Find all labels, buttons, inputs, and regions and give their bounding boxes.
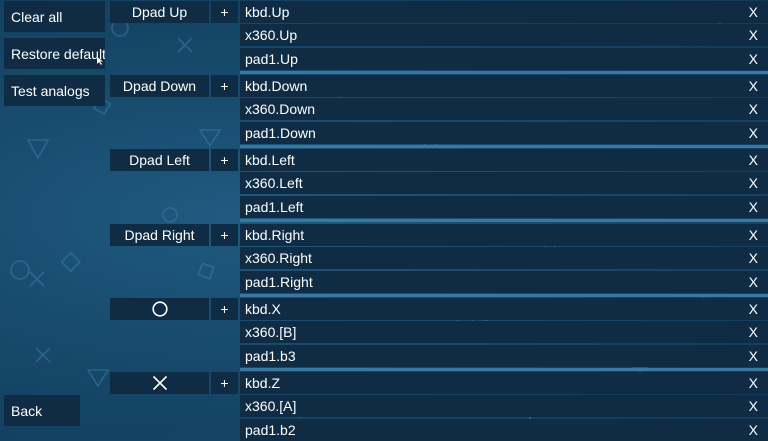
binding-label: x360.Right [245,250,312,266]
control-label[interactable]: Dpad Down [110,75,209,97]
delete-binding-button[interactable]: X [749,152,758,168]
delete-binding-button[interactable]: X [749,422,758,438]
binding-row[interactable]: pad1.Right X [240,271,768,293]
control-label[interactable]: Dpad Right [110,224,209,246]
binding-row[interactable]: x360.Down X [240,98,768,120]
binding-label: kbd.Up [245,4,290,20]
add-binding-button[interactable]: + [211,149,238,171]
binding-row[interactable]: x360.Right X [240,247,768,269]
control-mapping-list[interactable]: Dpad Up + kbd.Up X x360.Up X pad1.Up X Dpad… [110,0,768,441]
add-binding-button[interactable]: + [211,224,238,246]
binding-label: kbd.Left [245,152,295,168]
delete-binding-button[interactable]: X [749,125,758,141]
group-separator [240,71,768,74]
control-label[interactable]: Dpad Up [110,1,209,23]
binding-row[interactable]: kbd.Left X [240,149,768,171]
binding-label: pad1.Left [245,199,304,215]
delete-binding-button[interactable]: X [749,175,758,191]
delete-binding-button[interactable]: X [749,199,758,215]
group-separator [240,145,768,148]
mouse-cursor-icon [97,57,103,65]
binding-row[interactable]: x360.Left X [240,172,768,194]
add-binding-button[interactable]: + [211,75,238,97]
binding-label: pad1.b2 [245,422,296,438]
binding-label: kbd.Z [245,375,281,391]
group-separator [240,368,768,371]
add-binding-button[interactable]: + [211,372,238,394]
delete-binding-button[interactable]: X [749,101,758,117]
delete-binding-button[interactable]: X [749,250,758,266]
delete-binding-button[interactable]: X [749,51,758,67]
binding-row[interactable]: pad1.b3 X [240,345,768,367]
binding-label: x360.Up [245,27,298,43]
test-analogs-button[interactable]: Test analogs [4,75,105,106]
add-binding-button[interactable]: + [211,298,238,320]
delete-binding-button[interactable]: X [749,301,758,317]
delete-binding-button[interactable]: X [749,324,758,340]
binding-label: pad1.Right [245,274,313,290]
binding-row[interactable]: x360.[A] X [240,395,768,417]
binding-row[interactable]: kbd.Right X [240,224,768,246]
back-button[interactable]: Back [4,395,80,426]
circle-icon [151,301,168,317]
binding-label: kbd.Down [245,78,308,94]
binding-row[interactable]: kbd.Down X [240,75,768,97]
delete-binding-button[interactable]: X [749,348,758,364]
restore-defaults-button[interactable]: Restore defaults [4,38,105,69]
binding-row[interactable]: pad1.Down X [240,122,768,144]
control-label[interactable]: Dpad Left [110,149,209,171]
delete-binding-button[interactable]: X [749,78,758,94]
add-binding-button[interactable]: + [211,1,238,23]
delete-binding-button[interactable]: X [749,4,758,20]
group-separator [240,219,768,222]
delete-binding-button[interactable]: X [749,274,758,290]
binding-row[interactable]: pad1.Left X [240,196,768,218]
binding-row[interactable]: kbd.X X [240,298,768,320]
group-separator [240,294,768,297]
binding-label: pad1.Down [245,125,316,141]
delete-binding-button[interactable]: X [749,27,758,43]
binding-row[interactable]: x360.[B] X [240,321,768,343]
binding-label: x360.[A] [245,398,297,414]
binding-label: pad1.b3 [245,348,296,364]
delete-binding-button[interactable]: X [749,375,758,391]
binding-label: pad1.Up [245,51,298,67]
binding-row[interactable]: pad1.Up X [240,48,768,70]
binding-label: kbd.X [245,301,281,317]
delete-binding-button[interactable]: X [749,398,758,414]
control-label[interactable] [110,298,209,320]
binding-row[interactable]: x360.Up X [240,24,768,46]
clear-all-button[interactable]: Clear all [4,1,105,32]
binding-row[interactable]: kbd.Up X [240,1,768,23]
delete-binding-button[interactable]: X [749,227,758,243]
binding-row[interactable]: kbd.Z X [240,372,768,394]
binding-label: x360.[B] [245,324,297,340]
binding-label: x360.Left [245,175,303,191]
cross-icon [152,375,167,391]
binding-row[interactable]: pad1.b2 X [240,419,768,441]
binding-label: x360.Down [245,101,316,117]
binding-label: kbd.Right [245,227,305,243]
control-label[interactable] [110,372,209,394]
